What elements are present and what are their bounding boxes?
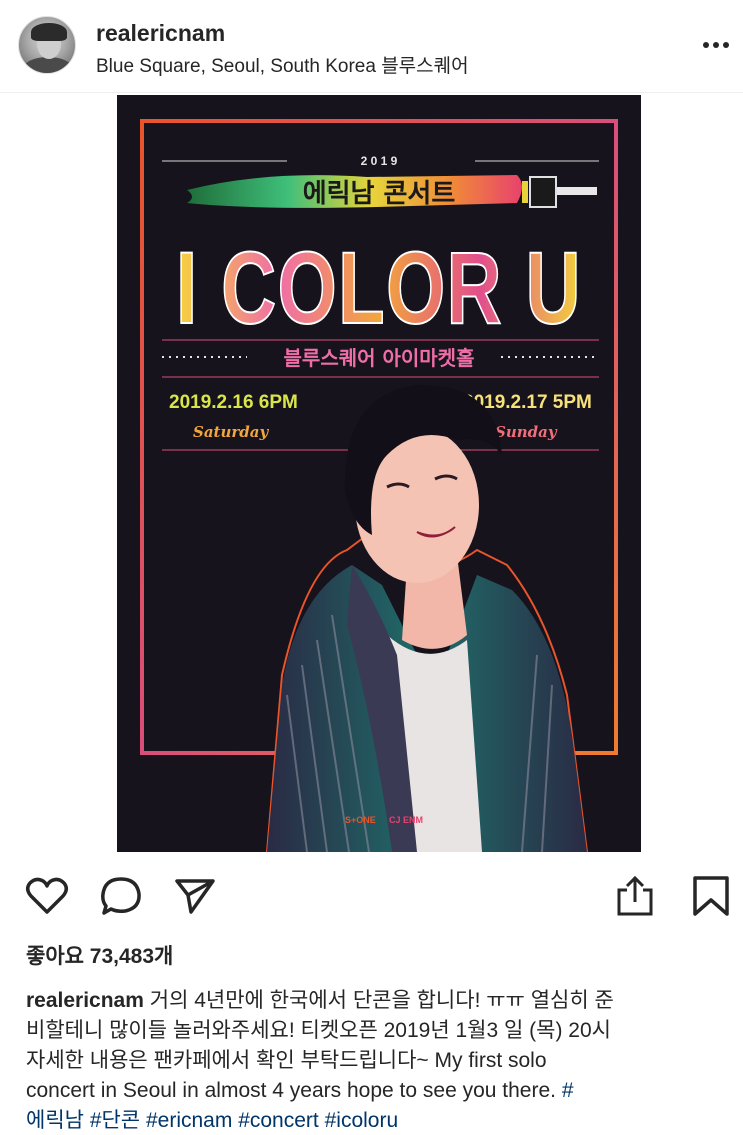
post-action-bar [0,868,743,928]
hashtag-ericnam-kr[interactable]: 에릭남 [26,1109,84,1132]
caption-line-4: concert in Seoul in almost 4 years hope … [26,1076,726,1106]
post-header: realericnam Blue Square, Seoul, South Ko… [0,0,743,93]
poster-day-1: Saturday [193,423,269,441]
hashtag-hash[interactable]: # [562,1079,574,1102]
poster-date-1: 2019.2.16 6PM [169,392,298,413]
avatar[interactable] [18,16,76,74]
save-button[interactable] [686,868,736,924]
poster-title: I COLOR U [176,231,582,345]
poster-sponsor-1: S+ONE [345,815,376,825]
post-image[interactable]: 2 0 1 9 에릭남 콘서트 I COLOR U 블루스퀘어 아이마켓홀 20… [117,95,641,852]
poster-venue: 블루스퀘어 아이마켓홀 [284,346,475,370]
heart-icon [26,877,68,914]
poster-portrait [265,384,589,852]
share-button[interactable] [170,868,220,924]
post-username[interactable]: realericnam [96,20,225,47]
caption-text-1: 거의 4년만에 한국에서 단콘을 합니다! ㅠㅠ 열심히 준 [143,989,614,1012]
post-location[interactable]: Blue Square, Seoul, South Korea 블루스퀘어 [96,51,469,78]
comment-button[interactable] [96,868,146,924]
hashtag-concert[interactable]: #concert [238,1109,319,1132]
likes-count[interactable]: 좋아요 73,483개 [26,940,173,970]
share-upload-icon [617,875,653,916]
post-caption: realericnam 거의 4년만에 한국에서 단콘을 합니다! ㅠㅠ 열심히… [26,986,726,1135]
poster-day-2: Sunday [495,423,558,441]
poster-sponsor-2: CJ ENM [389,815,423,825]
caption-line-5: 에릭남 #단콘 #ericnam #concert #icoloru [26,1106,726,1135]
like-button[interactable] [22,868,72,924]
caption-text-4: concert in Seoul in almost 4 years hope … [26,1079,562,1102]
poster-year: 2 0 1 9 [361,154,398,168]
hashtag-icoloru[interactable]: #icoloru [325,1109,399,1132]
comment-icon [101,877,141,915]
more-options-button[interactable] [700,30,732,60]
paper-plane-icon [175,879,215,914]
caption-line-2: 비할테니 많이들 놀러와주세요! 티켓오픈 2019년 1월3 일 (목) 20… [26,1019,611,1042]
hashtag-ericnam[interactable]: #ericnam [146,1109,232,1132]
caption-line-3: 자세한 내용은 팬카페에서 확인 부탁드립니다~ My first solo [26,1049,547,1072]
caption-line-1: realericnam 거의 4년만에 한국에서 단콘을 합니다! ㅠㅠ 열심히… [26,986,726,1016]
caption-username[interactable]: realericnam [26,989,144,1012]
upload-share-button[interactable] [610,868,660,924]
poster-korean-title: 에릭남 콘서트 [303,179,456,209]
bookmark-icon [693,876,729,916]
hashtag-dankon[interactable]: #단콘 [90,1109,140,1132]
more-dots-icon [703,42,729,48]
